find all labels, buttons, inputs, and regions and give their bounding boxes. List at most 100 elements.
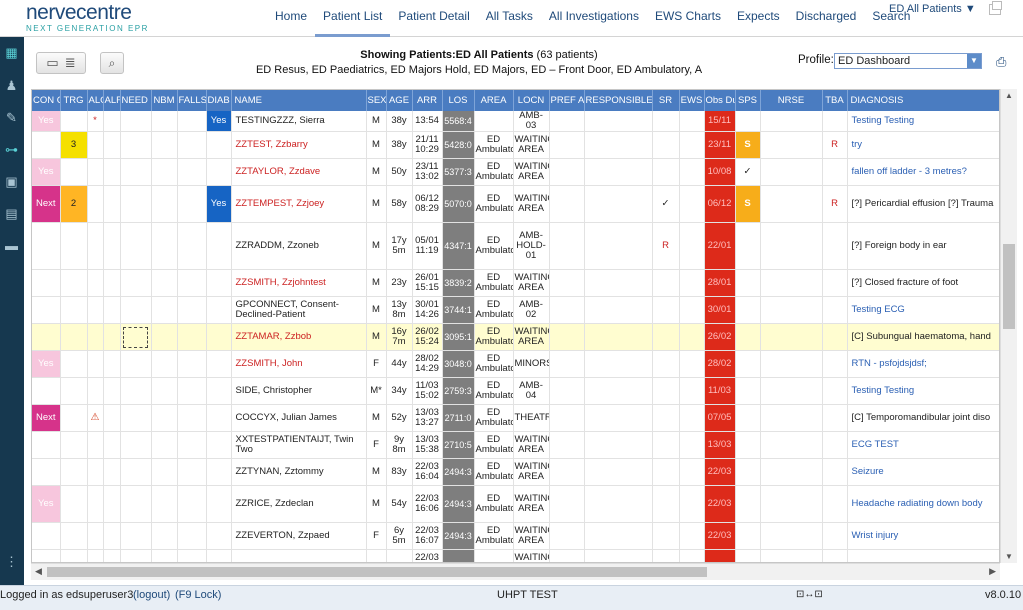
col-header[interactable]: NEED CUB [120, 90, 152, 111]
need-cub-cell[interactable] [120, 269, 152, 297]
table-row[interactable]: ZZEVERTON, Zzpaed F 6y 5m 22/03 16:07 2494:3… [32, 522, 999, 550]
diagnosis-cell[interactable]: Testing ECG [847, 296, 999, 324]
tab-home[interactable]: Home [267, 0, 315, 37]
concern-cell[interactable] [32, 296, 61, 324]
col-header[interactable]: SR [652, 90, 680, 111]
col-header[interactable]: ALF [103, 90, 121, 111]
concern-cell[interactable] [32, 522, 61, 550]
col-header[interactable]: DIAGNOSIS [847, 90, 999, 111]
table-row[interactable]: Next 2 Yes ZZTEMPEST, Zzjoey M 58y 06/12 08:29… [32, 185, 999, 223]
patient-name[interactable]: ZZRADDM, Zzoneb [231, 222, 367, 270]
profile-select[interactable]: ED Dashboard ▼ [834, 53, 982, 69]
table-row[interactable]: 22/03 WAITINC [32, 549, 999, 562]
vertical-scroll-thumb[interactable] [1003, 244, 1015, 329]
col-header[interactable]: NBM [151, 90, 178, 111]
patient-name[interactable]: ZZSMITH, John [231, 350, 367, 378]
diagnosis-cell[interactable]: Testing Testing [847, 111, 999, 132]
patient-name[interactable]: ZZSMITH, Zzjohntest [231, 269, 367, 297]
compact-view-icon[interactable]: ≣ [65, 55, 76, 71]
diagnosis-cell[interactable]: [?] Pericardial effusion [?] Trauma [847, 185, 999, 223]
need-cub-cell[interactable] [120, 296, 152, 324]
diagnosis-cell[interactable]: Wrist injury [847, 522, 999, 550]
need-cub-cell[interactable] [120, 350, 152, 378]
col-header[interactable]: SPS [735, 90, 761, 111]
tab-expects[interactable]: Expects [729, 0, 788, 37]
patient-name[interactable]: ZZTEMPEST, Zzjoey [231, 185, 367, 223]
diagnosis-cell[interactable]: try [847, 131, 999, 159]
concern-cell[interactable] [32, 458, 61, 486]
table-row[interactable]: ZZTYNAN, Zztommy M 83y 22/03 16:04 2494:3 ED … [32, 458, 999, 486]
table-row[interactable]: Yes ZZSMITH, John F 44y 28/02 14:29 3048:0 ED … [32, 350, 999, 378]
diagnosis-cell[interactable]: [?] Closed fracture of foot [847, 269, 999, 297]
diagnosis-cell[interactable]: Seizure [847, 458, 999, 486]
table-row[interactable]: GPCONNECT, Consent-Declined-Patient M 13y … [32, 296, 999, 324]
need-cub-cell[interactable] [120, 431, 152, 459]
diagnosis-cell[interactable]: [?] Foreign body in ear [847, 222, 999, 270]
table-row[interactable]: Yes * Yes TESTINGZZZ, Sierra M 38y 13:54 5568:4… [32, 111, 999, 132]
need-cub-cell[interactable] [120, 485, 152, 523]
tab-discharged[interactable]: Discharged [788, 0, 865, 37]
patient-name[interactable]: ZZTAMAR, Zzbob [231, 323, 367, 351]
col-header[interactable]: CON CERN [32, 90, 61, 111]
pathway-icon[interactable]: ⊶ [3, 142, 20, 157]
vertical-scrollbar[interactable]: ▲ ▼ [1000, 89, 1017, 563]
diagnosis-cell[interactable]: [C] Subungual haematoma, hand [847, 323, 999, 351]
table-row[interactable]: ZZSMITH, Zzjohntest M 23y 26/01 15:15 3839:2… [32, 269, 999, 297]
col-header[interactable]: TRG [60, 90, 88, 111]
pen-icon[interactable]: ✎ [3, 110, 20, 125]
print-icon[interactable]: ⎙ [996, 54, 1006, 70]
concern-cell[interactable]: Yes [32, 111, 61, 132]
col-header[interactable]: RESPONSIBLE CLINICIAN [584, 90, 653, 111]
col-header[interactable]: ARR [412, 90, 443, 111]
concern-cell[interactable] [32, 377, 61, 405]
patient-name[interactable]: ZZTAYLOR, Zzdave [231, 158, 367, 186]
table-row[interactable]: ZZTAMAR, Zzbob M 16y 7m 26/02 15:24 3095:1 ED… [32, 323, 999, 351]
concern-cell[interactable]: Yes [32, 350, 61, 378]
diagnosis-cell[interactable]: fallen off ladder - 3 metres? [847, 158, 999, 186]
diagnosis-cell[interactable] [847, 549, 999, 562]
concern-cell[interactable] [32, 549, 61, 562]
tab-patient-detail[interactable]: Patient Detail [390, 0, 477, 37]
concern-cell[interactable]: Next [32, 185, 61, 223]
concern-cell[interactable]: Yes [32, 158, 61, 186]
table-row[interactable]: XXTESTPATIENTAIJT, Twin Two F 9y 8m 13/03 1… [32, 431, 999, 459]
col-header[interactable]: FALLS RISK [177, 90, 207, 111]
need-cub-cell[interactable] [120, 404, 152, 432]
table-row[interactable]: Next ⚠ COCCYX, Julian James M 52y 13/03 13:27… [32, 404, 999, 432]
need-cub-cell[interactable] [120, 158, 152, 186]
col-header[interactable]: LOCN [513, 90, 550, 111]
table-row[interactable]: SIDE, Christopher M* 34y 11/03 15:02 2759:3 E… [32, 377, 999, 405]
patient-name[interactable]: GPCONNECT, Consent-Declined-Patient [231, 296, 367, 324]
tab-patient-list[interactable]: Patient List [315, 0, 391, 37]
concern-cell[interactable]: Next [32, 404, 61, 432]
person-icon[interactable]: ♟ [3, 78, 20, 93]
bed-icon[interactable]: ▬ [3, 238, 20, 253]
scroll-up-icon[interactable]: ▲ [1005, 91, 1013, 100]
need-cub-cell[interactable] [120, 323, 152, 351]
need-cub-cell[interactable] [120, 522, 152, 550]
concern-cell[interactable]: Yes [32, 485, 61, 523]
diagnosis-cell[interactable]: Testing Testing [847, 377, 999, 405]
search-button[interactable]: ⌕ [100, 52, 124, 74]
scroll-right-icon[interactable]: ▶ [989, 566, 996, 577]
col-header[interactable]: PREF AREA [549, 90, 585, 111]
patient-name[interactable]: ZZEVERTON, Zzpaed [231, 522, 367, 550]
col-header[interactable]: AREA [474, 90, 514, 111]
diagnosis-cell[interactable]: RTN - psfojdsjdsf; [847, 350, 999, 378]
concern-cell[interactable] [32, 323, 61, 351]
diagnosis-cell[interactable]: Headache radiating down body [847, 485, 999, 523]
patient-name[interactable]: XXTESTPATIENTAIJT, Twin Two [231, 431, 367, 459]
tab-all-investigations[interactable]: All Investigations [541, 0, 647, 37]
concern-cell[interactable] [32, 431, 61, 459]
bin-icon[interactable]: ▣ [3, 174, 20, 189]
table-row[interactable]: Yes ZZRICE, Zzdeclan M 54y 22/03 16:06 2494:3… [32, 485, 999, 523]
need-cub-cell[interactable] [120, 222, 152, 270]
patient-name[interactable]: ZZRICE, Zzdeclan [231, 485, 367, 523]
concern-cell[interactable] [32, 131, 61, 159]
need-cub-cell[interactable] [120, 549, 152, 562]
clipboard-icon[interactable]: ▤ [3, 206, 20, 221]
patient-name[interactable]: ZZTEST, Zzbarry [231, 131, 367, 159]
need-cub-cell[interactable] [120, 377, 152, 405]
table-row[interactable]: Yes ZZTAYLOR, Zzdave M 50y 23/11 13:02 5377:3… [32, 158, 999, 186]
concern-cell[interactable] [32, 222, 61, 270]
